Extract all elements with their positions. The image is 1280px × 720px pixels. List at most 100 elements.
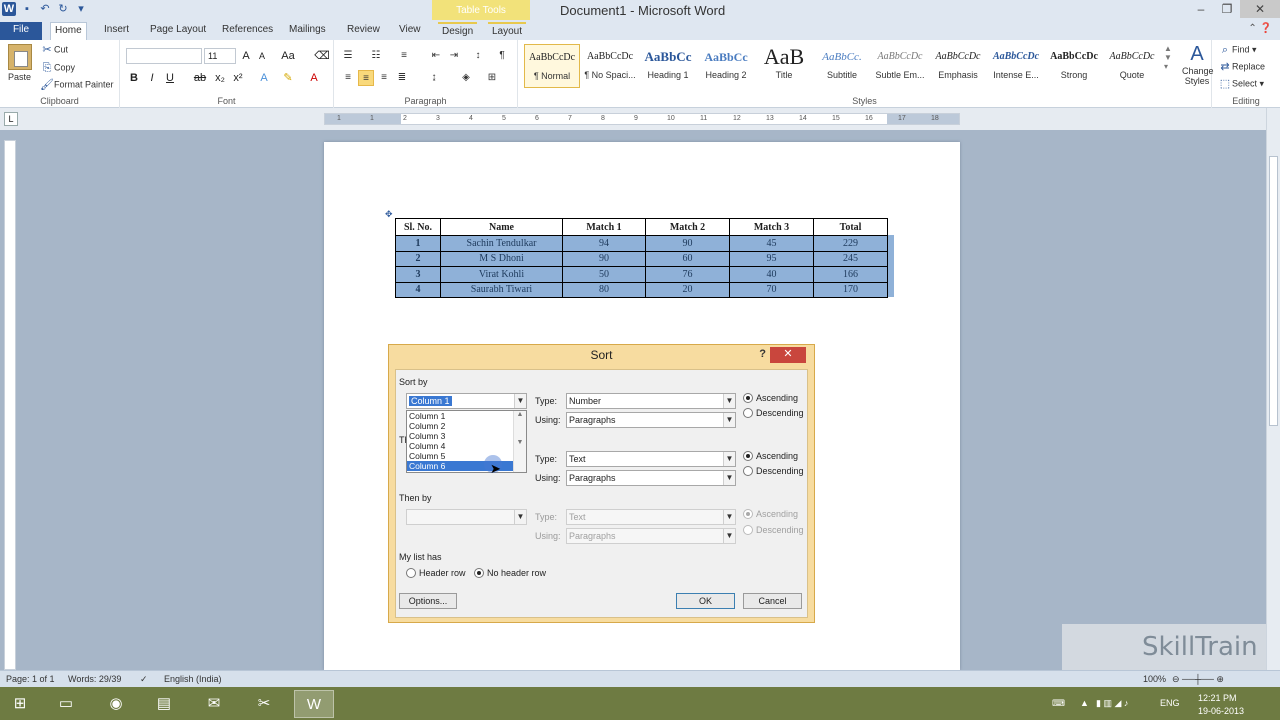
redo-icon[interactable]: ↻ bbox=[56, 2, 70, 16]
chevron-down-icon[interactable]: ▼ bbox=[723, 529, 735, 543]
align-left-icon[interactable]: ≡ bbox=[340, 70, 356, 86]
decrease-indent-icon[interactable]: ⇤ bbox=[428, 48, 444, 64]
save-icon[interactable]: ▪ bbox=[20, 2, 34, 16]
cancel-button[interactable]: Cancel bbox=[743, 593, 802, 609]
copy-button[interactable]: ⎘ Copy bbox=[40, 61, 75, 75]
key1-descending-radio[interactable]: Descending bbox=[743, 408, 804, 418]
dropdown-option[interactable]: Column 2 bbox=[407, 421, 513, 431]
paste-icon[interactable] bbox=[8, 44, 32, 70]
clear-formatting-icon[interactable]: ⌫ bbox=[314, 48, 330, 64]
key1-using-combo[interactable]: Paragraphs ▼ bbox=[566, 412, 736, 428]
undo-icon[interactable]: ↶ bbox=[38, 2, 52, 16]
font-name-input[interactable] bbox=[126, 48, 202, 64]
key3-descending-radio[interactable]: Descending bbox=[743, 525, 804, 535]
grow-font-icon[interactable]: A bbox=[238, 48, 254, 64]
style-subtle-emphasis[interactable]: AaBbCcDc Subtle Em... bbox=[872, 44, 928, 88]
key1-type-combo[interactable]: Number ▼ bbox=[566, 393, 736, 409]
chevron-down-icon[interactable]: ▼ bbox=[514, 510, 526, 524]
style-title[interactable]: AaB Title bbox=[756, 44, 812, 88]
restore-icon[interactable]: ❐ bbox=[1214, 0, 1240, 18]
word-taskbar-icon[interactable]: W bbox=[294, 690, 334, 718]
style-strong[interactable]: AaBbCcDc Strong bbox=[1046, 44, 1102, 88]
multilevel-list-icon[interactable]: ≡ bbox=[396, 48, 412, 64]
style-heading-2[interactable]: AaBbCc Heading 2 bbox=[698, 44, 754, 88]
tab-mailings[interactable]: Mailings bbox=[285, 22, 330, 40]
proofing-icon[interactable]: ✓ bbox=[140, 674, 148, 685]
table-row[interactable]: 4 Saurabh Tiwari 80 20 70 170 bbox=[395, 281, 888, 298]
line-spacing-icon[interactable]: ↨ bbox=[426, 70, 442, 86]
page-count[interactable]: Page: 1 of 1 bbox=[6, 674, 55, 684]
score-table[interactable]: Sl. No. Name Match 1 Match 2 Match 3 Tot… bbox=[395, 218, 888, 298]
clock-time[interactable]: 12:21 PM bbox=[1198, 693, 1237, 703]
language[interactable]: English (India) bbox=[164, 674, 222, 684]
key3-using-combo[interactable]: Paragraphs ▼ bbox=[566, 528, 736, 544]
help-button[interactable]: ? bbox=[759, 348, 766, 360]
shading-icon[interactable]: ◈ bbox=[458, 70, 474, 86]
key2-type-combo[interactable]: Text ▼ bbox=[566, 451, 736, 467]
tray-expand-icon[interactable]: ▲ bbox=[1080, 698, 1089, 708]
options-button[interactable]: Options... bbox=[399, 593, 457, 609]
style-heading-1[interactable]: AaBbCc Heading 1 bbox=[640, 44, 696, 88]
file-explorer-icon[interactable]: ▤ bbox=[144, 690, 184, 718]
tab-file[interactable]: File bbox=[0, 22, 42, 40]
dropdown-option[interactable]: Column 3 bbox=[407, 431, 513, 441]
header-row-radio[interactable]: Header row bbox=[406, 568, 466, 578]
tab-review[interactable]: Review bbox=[343, 22, 384, 40]
chevron-down-icon[interactable]: ▼ bbox=[723, 413, 735, 427]
find-button[interactable]: ⌕ Find ▾ bbox=[1218, 43, 1257, 57]
style-intense-emphasis[interactable]: AaBbCcDc Intense E... bbox=[988, 44, 1044, 88]
style-emphasis[interactable]: AaBbCcDc Emphasis bbox=[930, 44, 986, 88]
replace-button[interactable]: ⇄ Replace bbox=[1218, 60, 1265, 74]
key2-using-combo[interactable]: Paragraphs ▼ bbox=[566, 470, 736, 486]
ribbon-minimize-help[interactable]: ⌃ ❓ bbox=[1248, 23, 1272, 34]
tab-home[interactable]: Home bbox=[50, 22, 87, 40]
show-marks-icon[interactable]: ¶ bbox=[494, 48, 510, 64]
align-right-icon[interactable]: ≡ bbox=[376, 70, 392, 86]
close-icon[interactable]: ✕ bbox=[1240, 0, 1280, 18]
windows-start-icon[interactable]: ⊞ bbox=[0, 690, 40, 718]
dialog-close-button[interactable]: ✕ bbox=[770, 347, 806, 363]
outlook-icon[interactable]: ✉ bbox=[194, 690, 234, 718]
tab-design[interactable]: Design bbox=[438, 22, 478, 40]
chevron-down-icon[interactable]: ▼ bbox=[514, 394, 526, 408]
input-language[interactable]: ENG bbox=[1160, 698, 1180, 708]
text-effects-icon[interactable]: A bbox=[256, 70, 272, 86]
snipping-tool-icon[interactable]: ✂ bbox=[244, 690, 284, 718]
key2-ascending-radio[interactable]: Ascending bbox=[743, 451, 798, 461]
tab-insert[interactable]: Insert bbox=[100, 22, 133, 40]
format-painter-button[interactable]: 🖌Format Painter bbox=[40, 78, 114, 92]
no-header-row-radio[interactable]: No header row bbox=[474, 568, 546, 578]
style-quote[interactable]: AaBbCcDc Quote bbox=[1104, 44, 1160, 88]
align-center-icon[interactable]: ≡ bbox=[358, 70, 374, 86]
vertical-scrollbar[interactable] bbox=[1266, 108, 1280, 670]
key3-column-combo[interactable]: ▼ bbox=[406, 509, 527, 525]
key3-ascending-radio[interactable]: Ascending bbox=[743, 509, 798, 519]
tray-icons[interactable]: ▮ ▥ ◢ ♪ bbox=[1096, 698, 1128, 709]
tab-view[interactable]: View bbox=[395, 22, 425, 40]
zoom-slider[interactable]: ⊖ ──┼── ⊕ bbox=[1172, 674, 1224, 685]
dropdown-option[interactable]: Column 1 bbox=[407, 411, 513, 421]
table-row[interactable]: 1 Sachin Tendulkar 94 90 45 229 bbox=[395, 235, 888, 252]
ok-button[interactable]: OK bbox=[676, 593, 735, 609]
sort-icon[interactable]: ↕ bbox=[470, 48, 486, 64]
increase-indent-icon[interactable]: ⇥ bbox=[446, 48, 462, 64]
italic-button[interactable]: I bbox=[144, 70, 160, 86]
word-icon[interactable]: W bbox=[2, 2, 16, 16]
tab-selector[interactable]: L bbox=[4, 112, 18, 126]
style-no-spacing[interactable]: AaBbCcDc ¶ No Spaci... bbox=[582, 44, 638, 88]
chevron-down-icon[interactable]: ▼ bbox=[723, 452, 735, 466]
highlight-icon[interactable]: ✎ bbox=[280, 70, 296, 86]
tab-references[interactable]: References bbox=[218, 22, 277, 40]
strikethrough-icon[interactable]: ab bbox=[192, 70, 208, 86]
superscript-icon[interactable]: x² bbox=[230, 70, 246, 86]
numbering-icon[interactable]: ☷ bbox=[368, 48, 384, 64]
dropdown-scrollbar[interactable]: ▲ ▼ bbox=[513, 411, 526, 472]
chevron-down-icon[interactable]: ▼ bbox=[723, 394, 735, 408]
table-move-handle-icon[interactable]: ✥ bbox=[385, 209, 395, 219]
table-row[interactable]: 2 M S Dhoni 90 60 95 245 bbox=[395, 250, 888, 267]
paste-button[interactable]: Paste bbox=[8, 72, 31, 82]
word-count[interactable]: Words: 29/39 bbox=[68, 674, 121, 684]
scroll-thumb[interactable] bbox=[1269, 156, 1278, 426]
desktop-app-icon[interactable]: ▭ bbox=[46, 690, 86, 718]
underline-button[interactable]: U bbox=[162, 70, 178, 86]
